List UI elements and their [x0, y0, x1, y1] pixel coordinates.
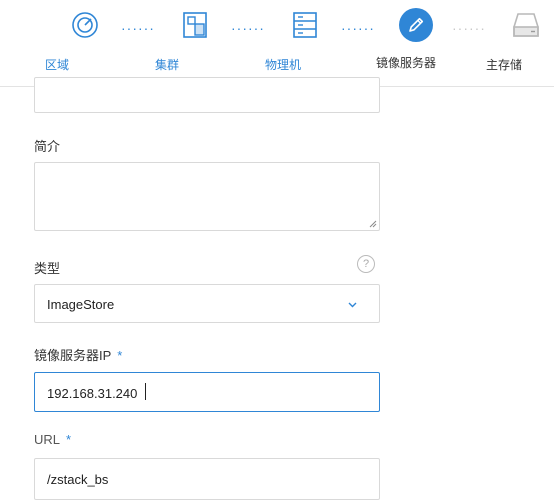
required-mark: * — [117, 348, 123, 363]
step-zone[interactable]: 区域 — [45, 10, 125, 72]
ip-label-text: 镜像服务器IP — [34, 348, 112, 363]
url-label: URL * — [34, 432, 71, 447]
ip-input[interactable]: 192.168.31.240 — [34, 372, 380, 412]
step-connector: ······ — [121, 20, 155, 36]
step-label: 镜像服务器 — [376, 56, 437, 70]
name-input[interactable] — [34, 77, 380, 113]
description-textarea[interactable] — [34, 162, 380, 231]
type-label: 类型 — [34, 261, 61, 276]
step-label: 集群 — [155, 58, 180, 72]
description-label: 简介 — [34, 139, 61, 154]
step-cluster[interactable]: 集群 — [155, 10, 235, 72]
cluster-icon — [183, 12, 207, 38]
chevron-down-icon — [348, 302, 357, 308]
step-label: 物理机 — [265, 58, 302, 72]
step-primary-storage[interactable]: 主存储 — [486, 10, 554, 72]
step-connector: ······ — [341, 20, 375, 36]
url-input[interactable]: /zstack_bs — [34, 458, 380, 500]
help-icon[interactable]: ? — [357, 255, 375, 273]
step-label: 区域 — [45, 58, 70, 72]
type-select[interactable]: ImageStore — [34, 284, 380, 323]
url-input-value: /zstack_bs — [47, 472, 109, 487]
type-select-value: ImageStore — [47, 297, 115, 312]
ip-input-value: 192.168.31.240 — [47, 386, 138, 401]
target-icon — [72, 12, 98, 38]
ip-label: 镜像服务器IP * — [34, 345, 122, 364]
resize-handle-icon[interactable] — [369, 220, 377, 228]
step-backup-storage[interactable]: 镜像服务器 — [376, 8, 456, 70]
step-connector: ······ — [452, 20, 486, 36]
url-label-text: URL — [34, 432, 61, 447]
storage-icon — [513, 13, 539, 37]
step-host[interactable]: 物理机 — [265, 10, 345, 72]
wizard-step-bar: 区域 ······ 集群 ······ 物理机 ······ 镜像服务器 ···… — [0, 0, 554, 86]
pencil-icon — [399, 8, 433, 42]
text-cursor — [145, 383, 146, 400]
step-label: 主存储 — [486, 58, 523, 72]
step-connector: ······ — [231, 20, 265, 36]
server-icon — [293, 12, 317, 38]
required-mark: * — [66, 432, 72, 447]
